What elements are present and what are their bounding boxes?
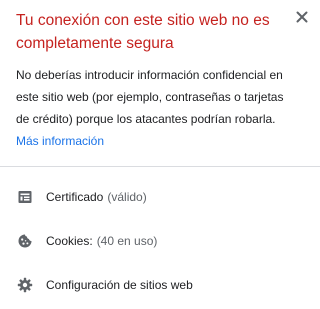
security-description: No deberías introducir información confi… bbox=[16, 64, 292, 152]
cookies-count: (40 en uso) bbox=[96, 234, 158, 248]
site-settings-row[interactable]: Configuración de sitios web bbox=[0, 263, 320, 307]
certificate-icon bbox=[16, 188, 34, 206]
more-info-link[interactable]: Más información bbox=[16, 134, 104, 148]
security-title: Tu conexión con este sitio web no es com… bbox=[16, 12, 270, 52]
certificate-row[interactable]: Certificado (válido) bbox=[0, 175, 320, 219]
close-button[interactable] bbox=[294, 9, 310, 25]
popup-header: Tu conexión con este sitio web no es com… bbox=[0, 0, 320, 152]
description-text: No deberías introducir información confi… bbox=[16, 68, 284, 126]
cookies-label: Cookies: bbox=[46, 234, 93, 248]
gear-icon bbox=[16, 276, 34, 294]
site-settings-label: Configuración de sitios web bbox=[46, 278, 193, 292]
site-info-rows: Certificado (válido) Cookies: (40 en uso… bbox=[0, 167, 320, 307]
certificate-label: Certificado bbox=[46, 190, 104, 204]
cookie-icon bbox=[16, 232, 34, 250]
close-icon bbox=[296, 11, 308, 23]
certificate-status: (válido) bbox=[107, 190, 147, 204]
site-info-popup: Tu conexión con este sitio web no es com… bbox=[0, 0, 320, 309]
cookies-row[interactable]: Cookies: (40 en uso) bbox=[0, 219, 320, 263]
